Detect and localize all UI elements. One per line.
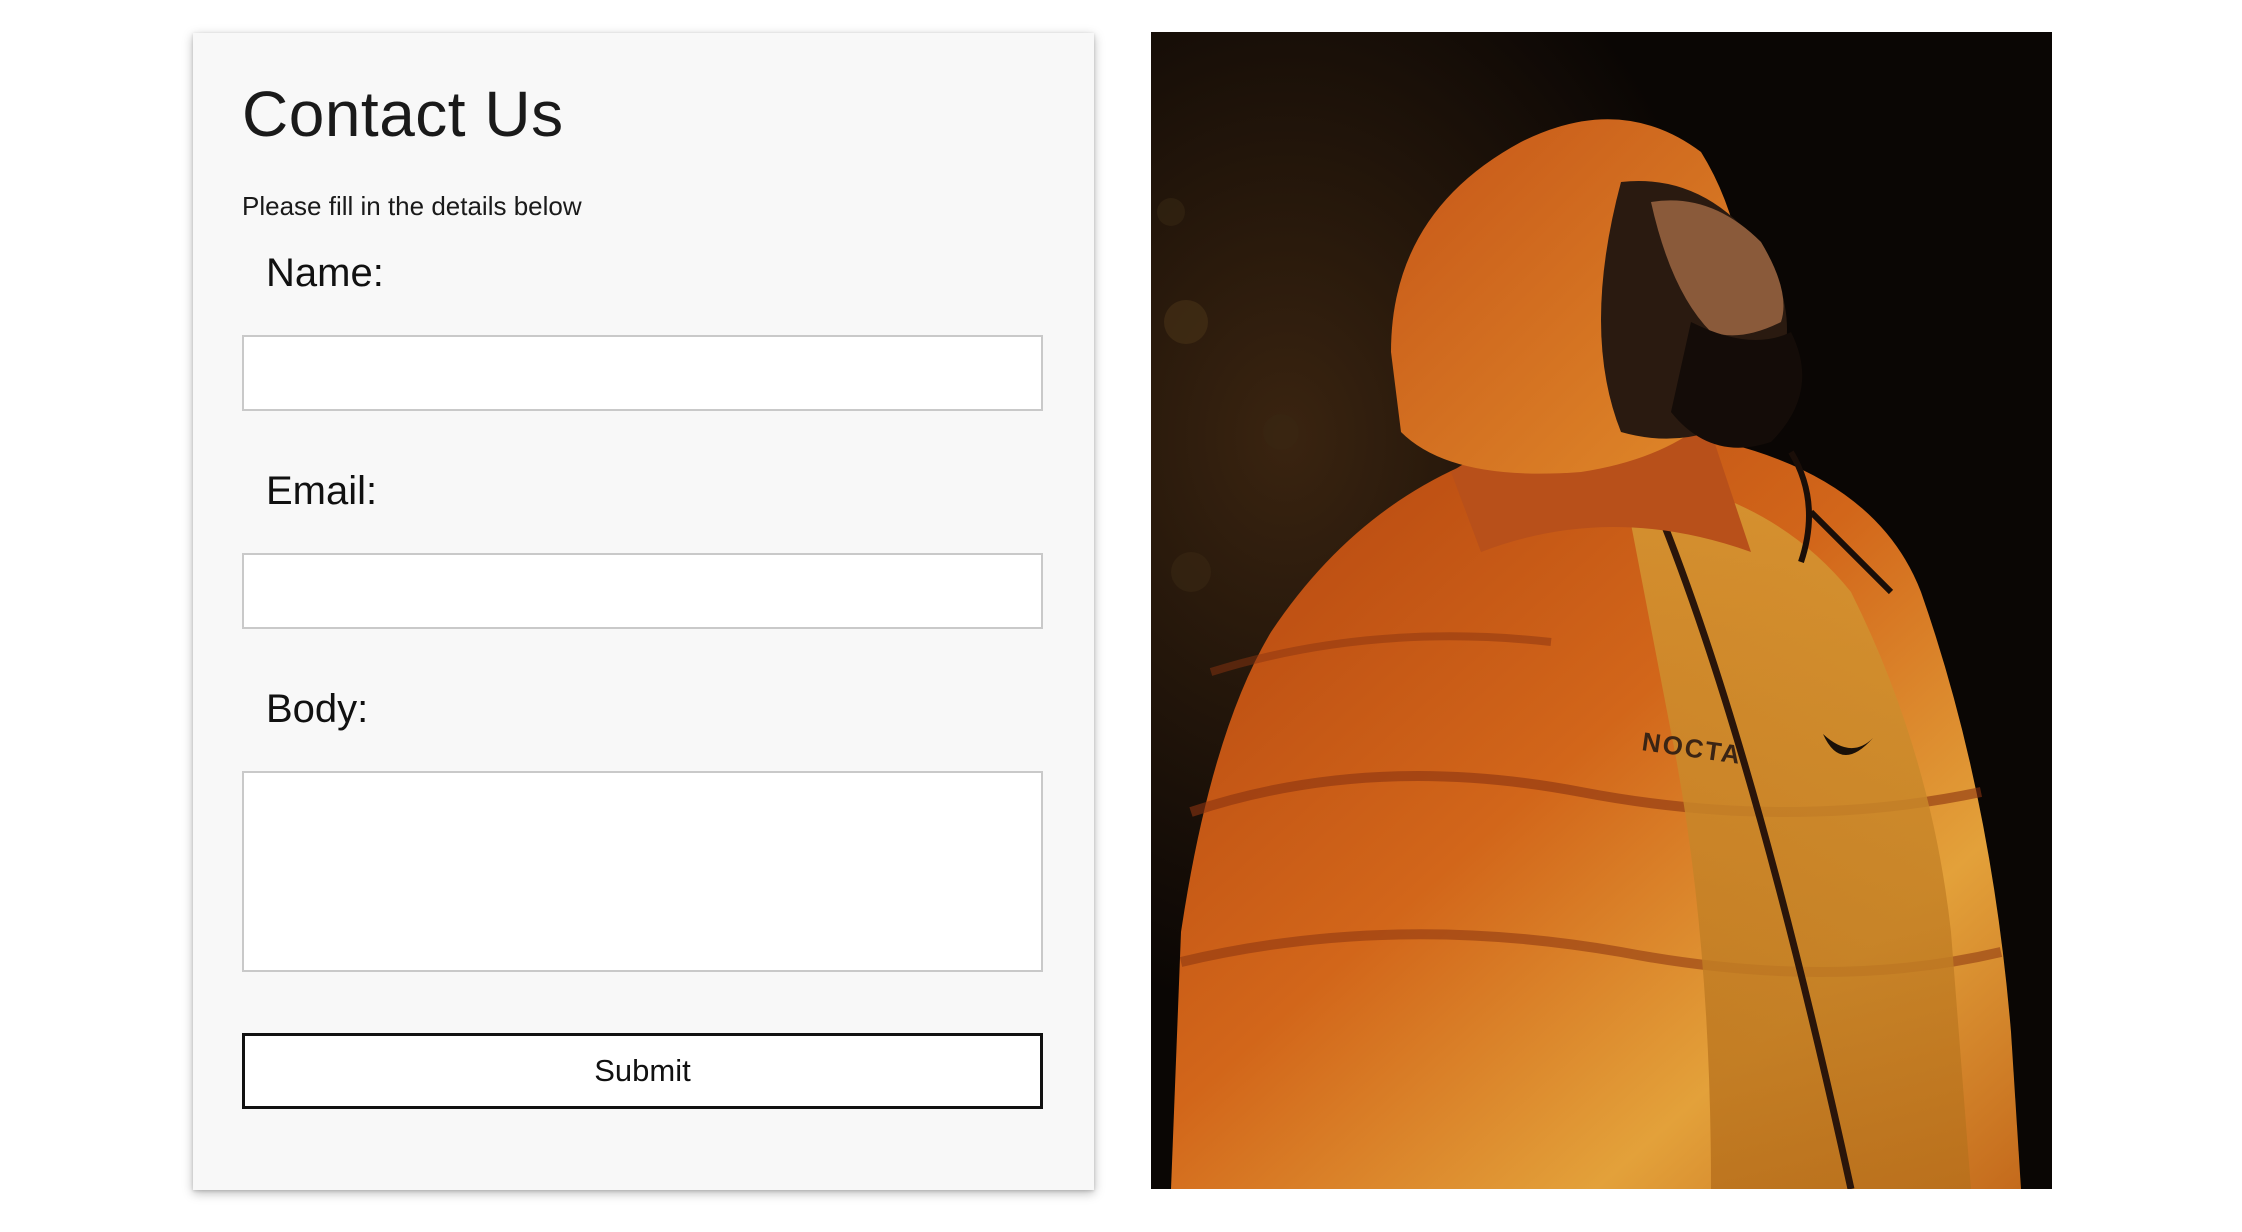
email-input[interactable]	[242, 553, 1043, 629]
body-textarea[interactable]	[242, 771, 1043, 972]
page-title: Contact Us	[242, 78, 564, 150]
name-input[interactable]	[242, 335, 1043, 411]
hero-photo: NOCTA	[1151, 32, 2052, 1189]
body-label: Body:	[266, 687, 369, 731]
form-subtitle: Please fill in the details below	[242, 191, 582, 221]
name-label: Name:	[266, 251, 384, 295]
submit-button[interactable]: Submit	[242, 1033, 1043, 1109]
contact-form-card: Contact Us Please fill in the details be…	[193, 33, 1094, 1190]
email-label: Email:	[266, 469, 378, 513]
